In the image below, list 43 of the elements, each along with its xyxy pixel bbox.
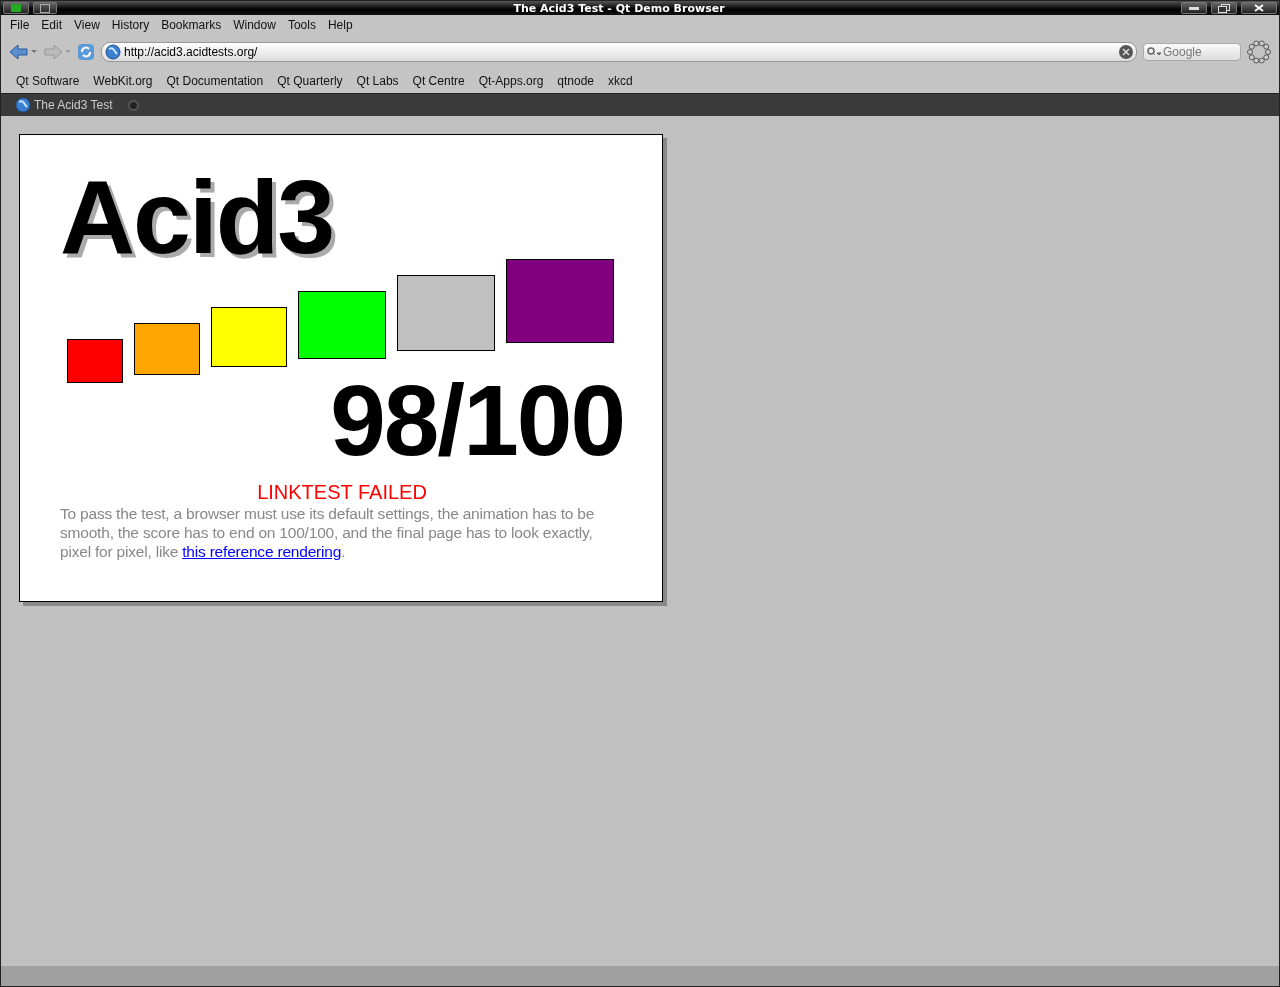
app-icon — [11, 4, 21, 12]
globe-icon — [105, 44, 121, 60]
status-text: LINKTEST FAILED — [257, 481, 427, 504]
tab-title: The Acid3 Test — [34, 98, 113, 112]
menu-item[interactable]: Edit — [35, 18, 69, 32]
bookmark-link[interactable]: Qt Labs — [349, 74, 406, 88]
address-field[interactable]: http://acid3.acidtests.org/ — [101, 42, 1137, 62]
bookmark-link[interactable]: Qt-Apps.org — [471, 74, 551, 88]
window-icon — [40, 3, 50, 13]
globe-icon — [15, 97, 31, 113]
description-text: To pass the test, a browser must use its default settings, the animation has to be smooth, the score has to end on 100/100, and the final page has to look exactly, pixel for pixel, like this reference rendering. — [60, 504, 596, 561]
menu-item[interactable]: History — [105, 18, 156, 32]
minimize-button[interactable] — [1181, 2, 1207, 14]
browser-tab[interactable]: The Acid3 Test — [15, 97, 139, 113]
minimize-icon — [1189, 6, 1199, 10]
back-button[interactable] — [9, 44, 37, 60]
close-button[interactable] — [1241, 2, 1277, 14]
restore-button[interactable] — [1211, 2, 1237, 14]
menu-item[interactable]: Bookmarks — [155, 18, 228, 32]
bookmark-link[interactable]: xkcd — [601, 74, 640, 88]
bookmark-link[interactable]: WebKit.org — [86, 74, 160, 88]
search-icon — [1147, 47, 1161, 57]
reload-button[interactable] — [77, 43, 95, 61]
menu-item[interactable]: Tools — [281, 18, 322, 32]
page-heading: Acid3 — [60, 175, 334, 259]
close-icon — [1254, 4, 1264, 12]
loading-indicator-icon — [1247, 40, 1271, 64]
score-text: 98/100 — [330, 375, 624, 465]
menu-item[interactable]: Window — [227, 18, 282, 32]
restore-icon — [1218, 3, 1230, 13]
window-title: The Acid3 Test - Qt Demo Browser — [512, 1, 726, 15]
app-menu-button[interactable] — [3, 2, 29, 14]
clear-icon[interactable] — [1119, 45, 1133, 59]
window-button[interactable] — [33, 2, 57, 14]
bookmark-link[interactable]: qtnode — [550, 74, 602, 88]
bookmark-link[interactable]: Qt Documentation — [159, 74, 271, 88]
menu-item[interactable]: Help — [321, 18, 359, 32]
menu-item[interactable]: View — [68, 18, 106, 32]
bookmark-link[interactable]: Qt Centre — [405, 74, 472, 88]
bookmark-link[interactable]: Qt Software — [9, 74, 87, 88]
search-field[interactable]: Google — [1143, 43, 1241, 61]
bookmark-link[interactable]: Qt Quarterly — [270, 74, 350, 88]
menu-item[interactable]: File — [4, 18, 36, 32]
